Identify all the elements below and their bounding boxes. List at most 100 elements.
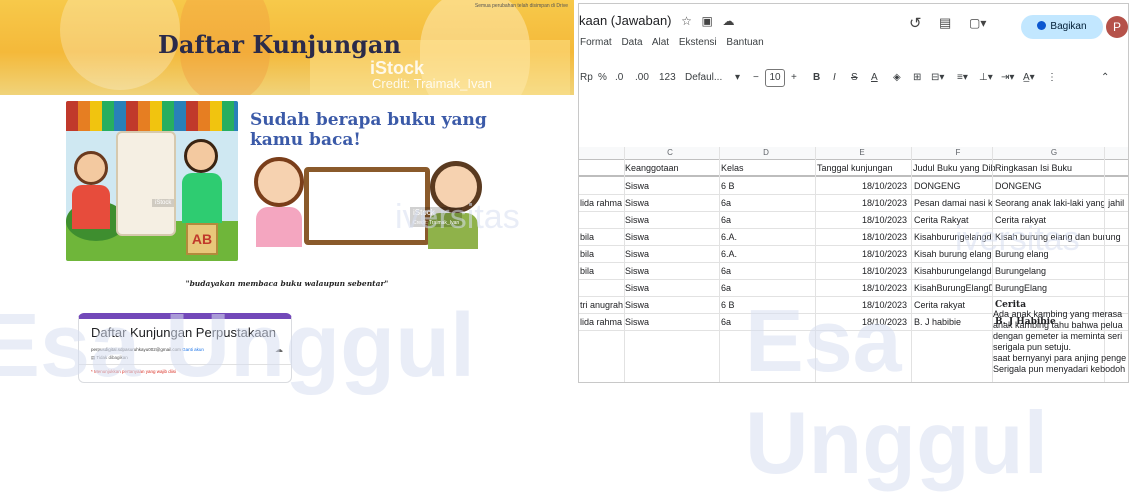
table-cell[interactable]: Siswa bbox=[625, 232, 649, 242]
move-folder-icon[interactable]: ▣ bbox=[702, 14, 713, 28]
table-cell[interactable]: lida rahma bbox=[580, 198, 622, 208]
menu-format[interactable]: Format bbox=[580, 37, 612, 48]
table-cell[interactable]: B. J habibie bbox=[914, 317, 992, 327]
rotate-icon[interactable]: A̲▾ bbox=[1023, 72, 1035, 83]
table-cell[interactable]: 18/10/2023 bbox=[815, 181, 907, 191]
share-button[interactable]: Bagikan bbox=[1021, 15, 1103, 39]
table-cell[interactable]: Siswa bbox=[625, 300, 649, 310]
table-cell[interactable]: Siswa bbox=[625, 283, 649, 293]
table-cell[interactable]: Siswa bbox=[625, 198, 649, 208]
doc-title[interactable]: kaan (Jawaban) bbox=[579, 13, 672, 28]
cloud-status-icon: ☁ bbox=[722, 14, 735, 28]
strikethrough-button[interactable]: S bbox=[851, 72, 858, 83]
menu-alat[interactable]: Alat bbox=[652, 37, 669, 48]
table-cell[interactable]: 18/10/2023 bbox=[815, 198, 907, 208]
table-cell[interactable]: Kisah burung elang dan b bbox=[914, 249, 992, 259]
switch-account-link[interactable]: Ganti akun bbox=[182, 347, 204, 352]
table-cell[interactable]: Siswa bbox=[625, 249, 649, 259]
table-cell[interactable]: 6 B bbox=[721, 300, 735, 310]
header-cell[interactable]: Judul Buku yang Dibaca bbox=[913, 163, 995, 173]
table-cell[interactable]: 18/10/2023 bbox=[815, 300, 907, 310]
valign-icon[interactable]: ⊥▾ bbox=[979, 72, 993, 83]
table-cell[interactable]: 6a bbox=[721, 198, 731, 208]
table-cell[interactable]: lida rahma bbox=[580, 317, 622, 327]
table-cell[interactable]: Siswa bbox=[625, 266, 649, 276]
table-cell[interactable]: 6a bbox=[721, 266, 731, 276]
table-cell[interactable]: 6.A. bbox=[721, 232, 737, 242]
col-c[interactable]: C bbox=[625, 148, 715, 157]
merge-icon[interactable]: ⊟▾ bbox=[931, 72, 944, 83]
table-cell[interactable]: Cerita rakyat bbox=[995, 215, 1046, 225]
table-cell[interactable]: 18/10/2023 bbox=[815, 317, 907, 327]
table-cell[interactable]: tri anugrah bbox=[580, 300, 623, 310]
table-cell[interactable]: 6.A. bbox=[721, 249, 737, 259]
borders-icon[interactable]: ⊞ bbox=[913, 72, 921, 83]
font-size-input[interactable]: 10 bbox=[765, 69, 785, 87]
collapse-chevron-icon[interactable]: ⌃ bbox=[1101, 72, 1109, 83]
history-icon[interactable]: ↺ bbox=[909, 14, 922, 32]
number-format-button[interactable]: 123 bbox=[659, 72, 676, 83]
decimal-decrease-button[interactable]: .0 bbox=[615, 72, 623, 83]
form-header-banner: Semua perubahan telah disimpan di Drive … bbox=[0, 0, 574, 95]
col-d[interactable]: D bbox=[721, 148, 811, 157]
menu-data[interactable]: Data bbox=[621, 37, 642, 48]
table-cell[interactable]: Burungelang bbox=[995, 266, 1046, 276]
table-cell[interactable]: bila bbox=[580, 249, 594, 259]
header-cell[interactable]: Keanggotaan bbox=[625, 163, 679, 173]
table-cell[interactable]: DONGENG bbox=[995, 181, 1042, 191]
italic-button[interactable]: I bbox=[833, 72, 836, 83]
table-cell[interactable]: Burung elang bbox=[995, 249, 1049, 259]
table-cell[interactable]: Pesan damai nasi kemba bbox=[914, 198, 992, 208]
bold-button[interactable]: B bbox=[813, 72, 820, 83]
table-cell[interactable]: Siswa bbox=[625, 215, 649, 225]
decimal-increase-button[interactable]: .00 bbox=[635, 72, 649, 83]
table-cell[interactable]: Cerita Rakyat bbox=[914, 215, 992, 225]
header-cell[interactable]: Ringkasan Isi Buku bbox=[995, 163, 1072, 173]
table-cell[interactable]: 18/10/2023 bbox=[815, 266, 907, 276]
font-select[interactable]: Defaul... bbox=[685, 72, 722, 83]
table-cell[interactable]: DONGENG bbox=[914, 181, 992, 191]
wrap-icon[interactable]: ⇥▾ bbox=[1001, 72, 1014, 83]
percent-button[interactable]: % bbox=[598, 72, 607, 83]
col-g[interactable]: G bbox=[1009, 148, 1099, 157]
table-cell[interactable]: Siswa bbox=[625, 317, 649, 327]
text-color-button[interactable]: A bbox=[871, 72, 878, 83]
table-cell[interactable]: 6a bbox=[721, 215, 731, 225]
table-cell[interactable]: bila bbox=[580, 266, 594, 276]
header-cell[interactable]: Tanggal kunjungan bbox=[817, 163, 893, 173]
menu-bantuan[interactable]: Bantuan bbox=[726, 37, 763, 48]
currency-button[interactable]: Rp bbox=[580, 72, 593, 83]
align-icon[interactable]: ≡▾ bbox=[957, 72, 968, 83]
more-icon[interactable]: ⋮ bbox=[1047, 72, 1057, 83]
star-icon[interactable]: ☆ bbox=[681, 14, 692, 28]
table-cell[interactable]: BurungElang bbox=[995, 283, 1047, 293]
header-cell[interactable]: Kelas bbox=[721, 163, 744, 173]
avatar[interactable]: P bbox=[1106, 16, 1128, 38]
font-size-increase[interactable]: + bbox=[791, 72, 797, 83]
comment-icon[interactable]: ▤ bbox=[939, 15, 951, 31]
table-cell[interactable]: Kisahburungelangdanbu bbox=[914, 232, 992, 242]
table-cell[interactable]: 18/10/2023 bbox=[815, 283, 907, 293]
fill-color-icon[interactable]: ◈ bbox=[893, 72, 901, 83]
table-cell[interactable]: 18/10/2023 bbox=[815, 215, 907, 225]
table-cell[interactable]: 18/10/2023 bbox=[815, 232, 907, 242]
table-row: bila Siswa 6.A. 18/10/2023 Kisah burung elan… bbox=[579, 246, 1128, 263]
table-cell[interactable]: Siswa bbox=[625, 181, 649, 191]
table-cell[interactable]: 6a bbox=[721, 283, 731, 293]
table-cell[interactable]: 18/10/2023 bbox=[815, 249, 907, 259]
col-f[interactable]: F bbox=[913, 148, 1003, 157]
table-cell[interactable]: bila bbox=[580, 232, 594, 242]
table-cell[interactable]: Kisah burung elang dan burung bbox=[995, 232, 1121, 242]
font-dropdown-icon[interactable]: ▾ bbox=[735, 72, 740, 83]
table-cell[interactable]: Cerita rakyat bbox=[914, 300, 992, 310]
table-cell[interactable]: Kisahburungelangdanbu bbox=[914, 266, 992, 276]
banner-title: Daftar Kunjungan bbox=[158, 30, 401, 59]
table-cell[interactable]: 6 B bbox=[721, 181, 735, 191]
table-header-row: Keanggotaan Kelas Tanggal kunjungan Judu… bbox=[579, 160, 1128, 177]
font-size-decrease[interactable]: − bbox=[753, 72, 759, 83]
table-cell[interactable]: KisahBurungElangDanBu bbox=[914, 283, 992, 293]
table-cell[interactable]: 6a bbox=[721, 317, 731, 327]
col-e[interactable]: E bbox=[817, 148, 907, 157]
meet-icon[interactable]: ▢▾ bbox=[969, 16, 986, 30]
menu-ekstensi[interactable]: Ekstensi bbox=[679, 37, 717, 48]
